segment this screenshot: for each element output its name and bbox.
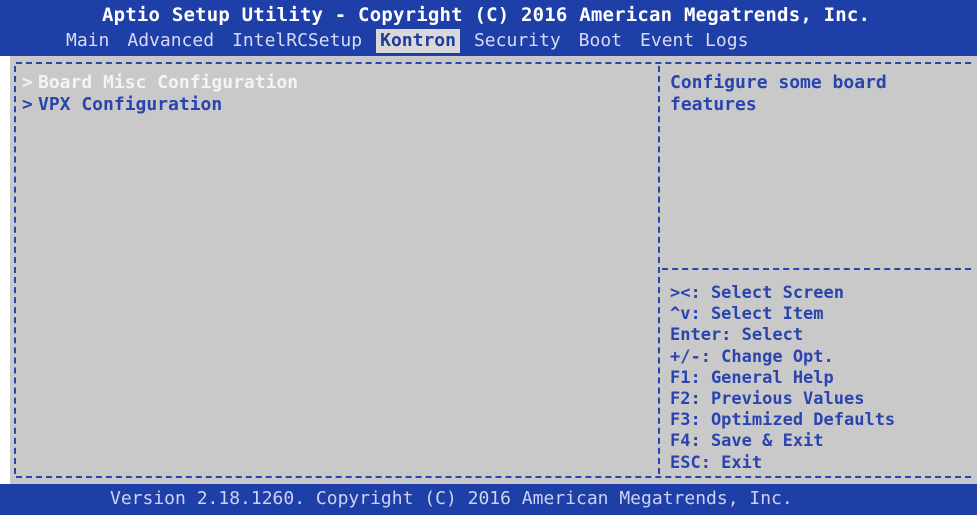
header-bar: Aptio Setup Utility - Copyright (C) 2016… [0, 0, 977, 56]
key-legend: ><: Select Screen ^v: Select Item Enter:… [670, 283, 895, 474]
key-enter-select: Enter: Select [670, 325, 804, 346]
tab-main[interactable]: Main [62, 29, 113, 53]
key-select-item: ^v: Select Item [670, 304, 824, 325]
key-save-exit: F4: Save & Exit [670, 431, 824, 452]
left-margin [0, 56, 10, 484]
tab-kontron[interactable]: Kontron [376, 29, 460, 53]
chevron-right-icon: > [22, 94, 33, 115]
top-border [16, 62, 971, 64]
key-esc-exit: ESC: Exit [670, 452, 763, 473]
tab-advanced[interactable]: Advanced [123, 29, 218, 53]
chevron-right-icon: > [22, 72, 33, 93]
help-divider [662, 268, 971, 270]
key-select-screen: ><: Select Screen [670, 283, 844, 303]
menu-item-label: Board Misc Configuration [38, 72, 299, 93]
main-panel: > Board Misc Configuration > VPX Configu… [10, 56, 977, 484]
settings-list: > Board Misc Configuration > VPX Configu… [22, 72, 298, 116]
item-help-text: Configure some board features [670, 72, 970, 116]
key-previous-values: F2: Previous Values [670, 389, 865, 410]
tab-security[interactable]: Security [470, 29, 565, 53]
key-optimized-defaults: F3: Optimized Defaults [670, 410, 896, 431]
key-general-help: F1: General Help [670, 367, 834, 388]
menu-item-label: VPX Configuration [38, 94, 223, 115]
footer-bar: Version 2.18.1260. Copyright (C) 2016 Am… [0, 484, 977, 515]
tab-intelrcsetup[interactable]: IntelRCSetup [228, 29, 366, 53]
bios-setup-screen: Aptio Setup Utility - Copyright (C) 2016… [0, 0, 977, 515]
menu-item-board-misc-configuration[interactable]: > Board Misc Configuration [22, 72, 298, 94]
tab-boot[interactable]: Boot [575, 29, 626, 53]
setup-title: Aptio Setup Utility - Copyright (C) 2016… [102, 4, 871, 26]
tab-menu: Main Advanced IntelRCSetup Kontron Secur… [62, 29, 762, 53]
help-line: features [670, 94, 757, 115]
left-border [14, 66, 16, 474]
column-divider [658, 66, 660, 474]
tab-event-logs[interactable]: Event Logs [636, 29, 752, 53]
bottom-border [16, 476, 971, 478]
version-text: Version 2.18.1260. Copyright (C) 2016 Am… [110, 488, 793, 509]
help-line: Configure some board [670, 72, 887, 93]
menu-item-vpx-configuration[interactable]: > VPX Configuration [22, 94, 298, 116]
key-change-opt: +/-: Change Opt. [670, 346, 834, 367]
